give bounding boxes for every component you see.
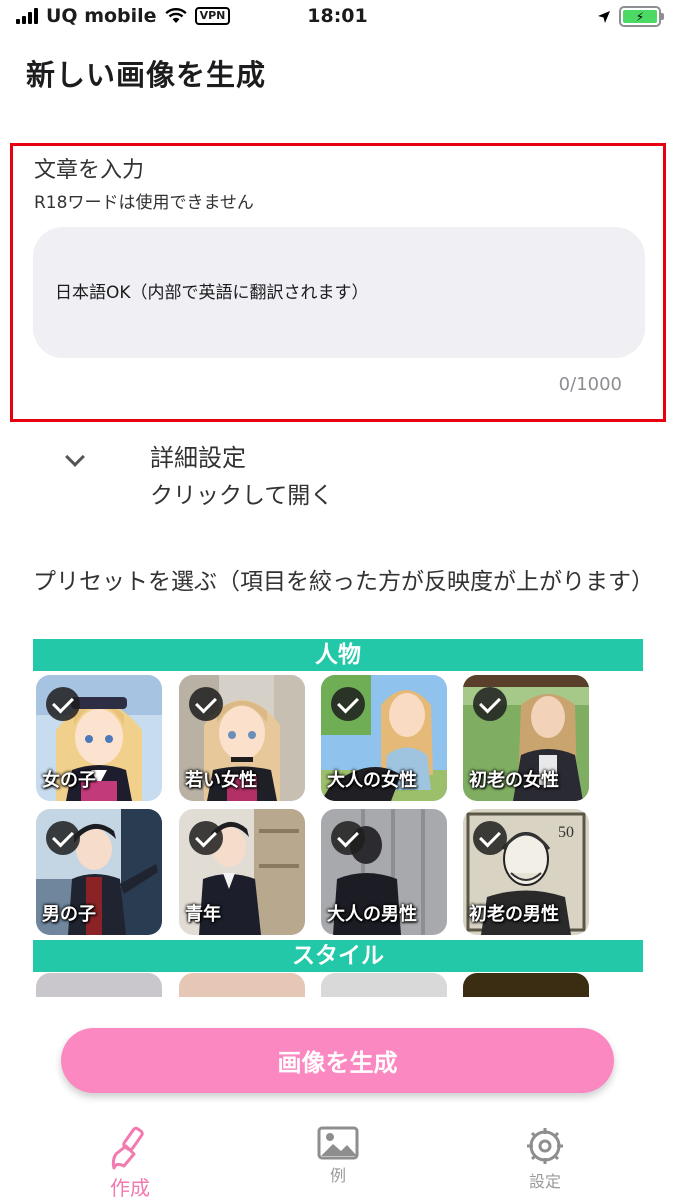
tab-settings-label: 設定	[528, 1172, 561, 1191]
preset-tile-young-woman[interactable]: 若い女性	[179, 675, 305, 801]
advanced-settings-toggle[interactable]: 詳細設定 クリックして開く	[60, 432, 620, 512]
page-title: 新しい画像を生成	[26, 58, 267, 92]
brush-icon	[111, 1126, 144, 1170]
category-header-person: 人物	[33, 639, 643, 671]
prompt-label: 文章を入力	[34, 158, 145, 183]
preset-label-adult-man: 大人の男性	[327, 904, 417, 925]
char-counter: 0/1000	[558, 374, 622, 395]
prompt-input[interactable]	[33, 227, 645, 358]
style-tile-2[interactable]	[179, 973, 305, 997]
preset-label-girl: 女の子	[42, 770, 96, 791]
tab-create-label: 作成	[110, 1176, 150, 1200]
preset-label: プリセットを選ぶ（項目を絞った方が反映度が上がります）	[33, 569, 654, 595]
preset-label-boy: 男の子	[42, 904, 96, 925]
check-icon	[473, 821, 507, 855]
tab-settings[interactable]: 設定	[485, 1112, 605, 1200]
style-tile-3[interactable]	[321, 973, 447, 997]
preset-tile-girl[interactable]: 女の子	[36, 675, 162, 801]
prompt-note: R18ワードは使用できません	[34, 193, 254, 213]
svg-text:50: 50	[558, 824, 574, 841]
preset-label-adult-woman: 大人の女性	[327, 770, 417, 791]
preset-tile-young-man[interactable]: 青年	[179, 809, 305, 935]
battery-icon: ⚡	[619, 6, 664, 27]
check-icon	[189, 821, 223, 855]
check-icon	[46, 687, 80, 721]
preset-tile-boy[interactable]: 男の子	[36, 809, 162, 935]
style-tile-4[interactable]	[463, 973, 589, 997]
category-header-style: スタイル	[33, 940, 643, 972]
preset-label-young-man: 青年	[185, 904, 221, 925]
preset-label-young-woman: 若い女性	[185, 770, 257, 791]
preset-label-older-man: 初老の男性	[469, 904, 559, 925]
check-icon	[331, 687, 365, 721]
preset-tile-older-man[interactable]: 50 初老の男性	[463, 809, 589, 935]
generate-button[interactable]: 画像を生成	[61, 1028, 614, 1093]
battery-charging-icon: ⚡	[623, 10, 657, 23]
check-icon	[331, 821, 365, 855]
check-icon	[473, 687, 507, 721]
tab-create[interactable]: 作成	[70, 1112, 190, 1200]
status-bar: UQ mobile VPN 18:01 ⚡	[0, 0, 675, 36]
advanced-settings-subtitle: クリックして開く	[150, 483, 334, 509]
preset-tile-adult-woman[interactable]: 大人の女性	[321, 675, 447, 801]
status-time: 18:01	[307, 5, 368, 27]
style-preset-strip	[36, 973, 596, 997]
check-icon	[46, 821, 80, 855]
chevron-down-icon	[65, 447, 85, 467]
tab-examples-label: 例	[329, 1166, 346, 1185]
image-icon	[317, 1126, 359, 1160]
tab-bar: 作成 例 設定	[0, 1112, 675, 1200]
preset-tile-older-woman[interactable]: 初老の女性	[463, 675, 589, 801]
preset-tile-adult-man[interactable]: 大人の男性	[321, 809, 447, 935]
style-tile-1[interactable]	[36, 973, 162, 997]
location-arrow-icon	[598, 10, 610, 23]
gear-icon	[527, 1128, 563, 1164]
tab-examples[interactable]: 例	[278, 1112, 398, 1200]
advanced-settings-title: 詳細設定	[150, 444, 246, 472]
prompt-section: 文章を入力 R18ワードは使用できません 0/1000	[10, 143, 666, 422]
status-right: ⚡	[597, 6, 664, 27]
check-icon	[189, 687, 223, 721]
preset-label-older-woman: 初老の女性	[469, 770, 559, 791]
